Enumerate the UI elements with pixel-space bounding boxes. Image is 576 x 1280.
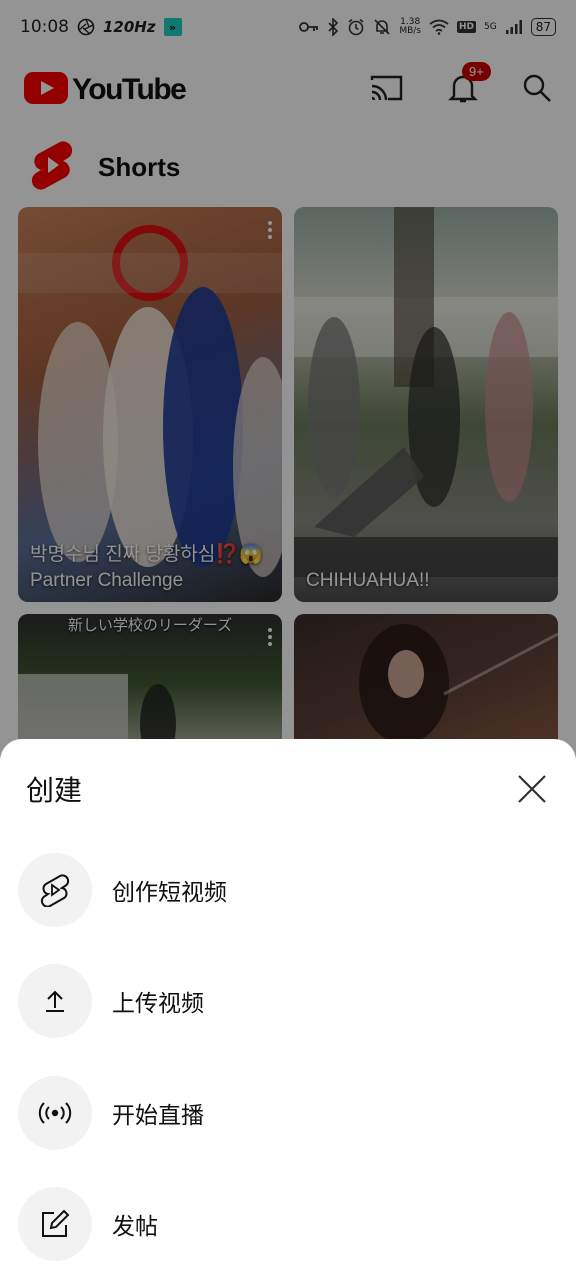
create-bottom-sheet: 创建 创作短视频 上传视频 开始直播 发帖 xyxy=(0,739,576,1280)
create-post-label: 发帖 xyxy=(112,1214,158,1240)
upload-video-button[interactable]: 上传视频 xyxy=(18,963,558,1039)
create-post-button[interactable]: 发帖 xyxy=(18,1186,558,1262)
create-short-label: 创作短视频 xyxy=(112,880,227,906)
go-live-label: 开始直播 xyxy=(112,1103,204,1129)
upload-video-label: 上传视频 xyxy=(112,991,204,1017)
upload-icon xyxy=(18,964,92,1038)
shorts-icon xyxy=(18,853,92,927)
edit-post-icon xyxy=(18,1187,92,1261)
sheet-title: 创建 xyxy=(26,774,83,807)
close-icon xyxy=(518,775,546,803)
close-button[interactable] xyxy=(514,771,550,807)
create-short-button[interactable]: 创作短视频 xyxy=(18,852,558,928)
live-icon xyxy=(18,1076,92,1150)
go-live-button[interactable]: 开始直播 xyxy=(18,1075,558,1151)
